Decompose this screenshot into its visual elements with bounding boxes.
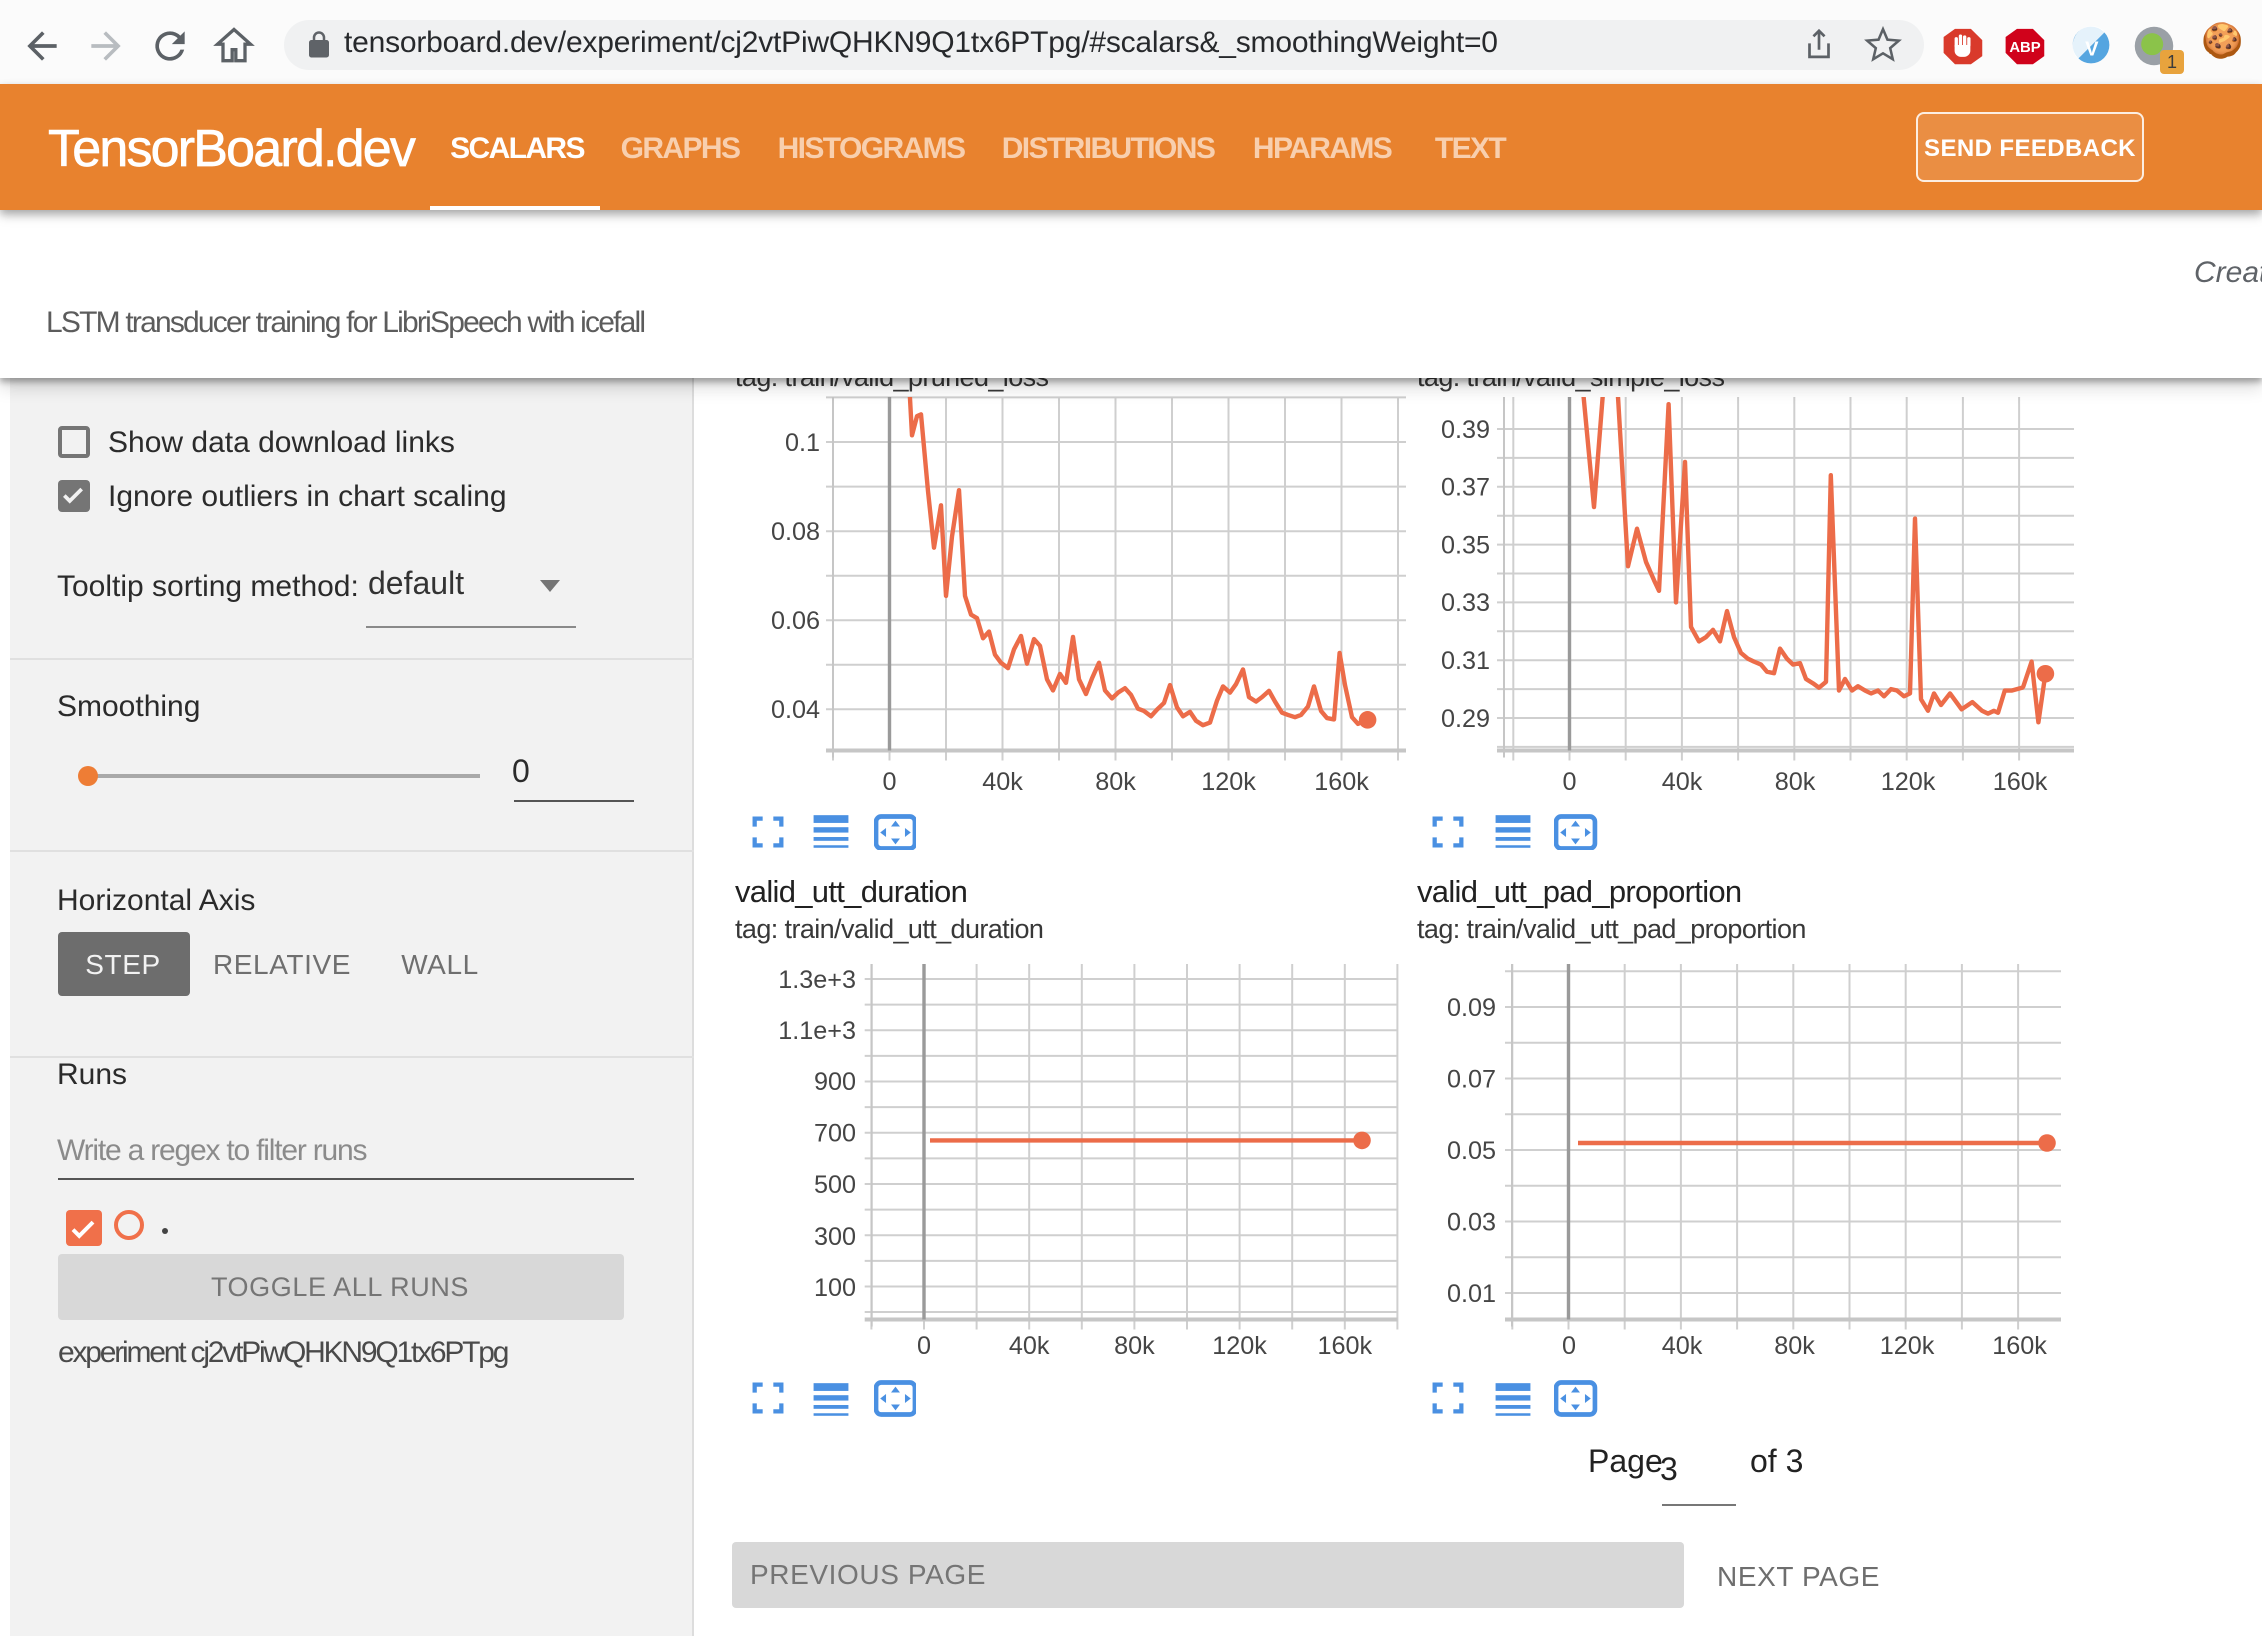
svg-text:0.33: 0.33 bbox=[1441, 589, 1490, 617]
svg-text:80k: 80k bbox=[1095, 768, 1136, 796]
svg-text:40k: 40k bbox=[982, 768, 1023, 796]
svg-text:1.3e+3: 1.3e+3 bbox=[778, 966, 856, 994]
svg-text:0.09: 0.09 bbox=[1447, 994, 1496, 1022]
svg-text:160k: 160k bbox=[1314, 768, 1369, 796]
svg-text:1.1e+3: 1.1e+3 bbox=[778, 1017, 856, 1045]
svg-text:0.37: 0.37 bbox=[1441, 474, 1490, 502]
svg-text:80k: 80k bbox=[1774, 1332, 1815, 1360]
svg-text:300: 300 bbox=[814, 1223, 856, 1251]
svg-text:160k: 160k bbox=[1993, 768, 2048, 796]
svg-text:80k: 80k bbox=[1775, 768, 1816, 796]
svg-text:0: 0 bbox=[917, 1332, 931, 1360]
svg-text:0.07: 0.07 bbox=[1447, 1065, 1496, 1093]
svg-text:40k: 40k bbox=[1662, 768, 1703, 796]
svg-text:40k: 40k bbox=[1662, 1332, 1703, 1360]
svg-text:80k: 80k bbox=[1114, 1332, 1155, 1360]
svg-text:0.04: 0.04 bbox=[771, 696, 820, 724]
svg-text:0.01: 0.01 bbox=[1447, 1280, 1496, 1308]
svg-text:100: 100 bbox=[814, 1274, 856, 1302]
svg-text:120k: 120k bbox=[1201, 768, 1256, 796]
svg-text:160k: 160k bbox=[1992, 1332, 2047, 1360]
svg-text:40k: 40k bbox=[1009, 1332, 1050, 1360]
svg-text:900: 900 bbox=[814, 1068, 856, 1096]
svg-text:0.35: 0.35 bbox=[1441, 531, 1490, 559]
svg-text:0.31: 0.31 bbox=[1441, 647, 1490, 675]
svg-text:160k: 160k bbox=[1317, 1332, 1372, 1360]
svg-text:0: 0 bbox=[1562, 1332, 1576, 1360]
svg-text:0: 0 bbox=[1562, 768, 1576, 796]
svg-text:120k: 120k bbox=[1880, 1332, 1935, 1360]
svg-text:0.06: 0.06 bbox=[771, 607, 820, 635]
svg-text:0.03: 0.03 bbox=[1447, 1208, 1496, 1236]
svg-text:0.29: 0.29 bbox=[1441, 705, 1490, 733]
svg-text:0.08: 0.08 bbox=[771, 518, 820, 546]
svg-text:0.1: 0.1 bbox=[785, 429, 820, 457]
svg-text:700: 700 bbox=[814, 1120, 856, 1148]
svg-text:120k: 120k bbox=[1881, 768, 1936, 796]
svg-text:0.39: 0.39 bbox=[1441, 416, 1490, 444]
svg-text:ABP: ABP bbox=[2009, 40, 2040, 56]
svg-text:V: V bbox=[2084, 39, 2098, 61]
svg-text:0: 0 bbox=[882, 768, 896, 796]
svg-text:500: 500 bbox=[814, 1171, 856, 1199]
svg-text:0.05: 0.05 bbox=[1447, 1137, 1496, 1165]
svg-text:120k: 120k bbox=[1212, 1332, 1267, 1360]
